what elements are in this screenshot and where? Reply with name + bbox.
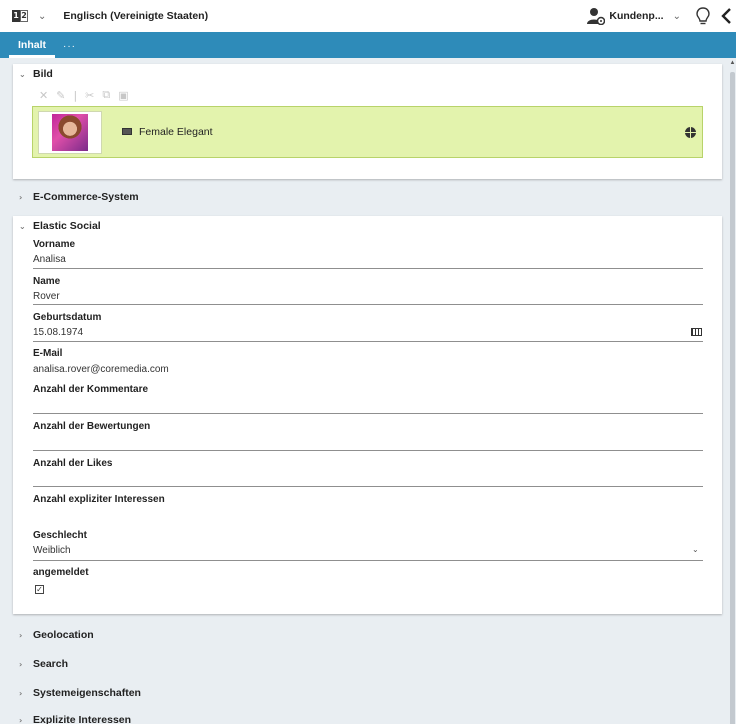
chevron-right-icon: ›: [19, 715, 23, 724]
locale-icon-right: 2: [20, 10, 28, 22]
section-header-search[interactable]: › Search: [19, 658, 68, 670]
more-tabs-icon[interactable]: ···: [63, 34, 76, 58]
field-underline: [33, 341, 703, 342]
chevron-down-icon[interactable]: ⌄: [673, 11, 681, 22]
chevron-down-icon: ⌄: [19, 69, 26, 79]
header-right-group: Kundenp... ⌄: [587, 7, 736, 25]
elastic-social-panel: [13, 216, 722, 614]
chevron-down-icon[interactable]: ⌄: [38, 11, 46, 22]
remove-icon[interactable]: ✕: [39, 89, 48, 102]
picture-type-icon: [122, 128, 132, 135]
field-underline: [33, 304, 703, 305]
copy-icon[interactable]: ⧉: [102, 88, 110, 102]
locale-label[interactable]: Englisch (Vereinigte Staaten): [63, 10, 208, 22]
linked-item-label[interactable]: Female Elegant: [139, 126, 213, 138]
section-title: Elastic Social: [33, 220, 101, 232]
collapse-left-icon[interactable]: [720, 8, 732, 24]
chevron-down-icon[interactable]: ⌄: [692, 545, 699, 554]
section-title: Search: [33, 658, 69, 670]
scroll-up-icon[interactable]: ▲: [729, 60, 736, 66]
kommentare-label: Anzahl der Kommentare: [33, 384, 149, 395]
user-settings-icon[interactable]: [587, 7, 606, 25]
section-header-geolocation[interactable]: › Geolocation: [19, 629, 94, 641]
globe-icon: [685, 127, 696, 138]
section-header-bild[interactable]: ⌄ Bild: [19, 68, 53, 80]
interessen-label: Anzahl expliziter Interessen: [33, 494, 165, 505]
geburtsdatum-label: Geburtsdatum: [33, 312, 102, 323]
section-header-ecommerce[interactable]: › E-Commerce-System: [19, 191, 139, 203]
geschlecht-label: Geschlecht: [33, 530, 87, 541]
geschlecht-select[interactable]: Weiblich: [33, 545, 71, 556]
paste-icon[interactable]: ▣: [118, 89, 128, 102]
top-header: 1 2 ⌄ Englisch (Vereinigte Staaten) Kund…: [0, 0, 736, 32]
section-title: Bild: [33, 68, 53, 80]
edit-icon[interactable]: ✎: [56, 89, 65, 102]
email-label: E-Mail: [33, 348, 63, 359]
thumbnail-image: [52, 114, 88, 151]
separator: |: [73, 88, 78, 102]
section-title: Geolocation: [33, 629, 94, 641]
field-underline: [33, 560, 703, 561]
locale-icon[interactable]: 1 2: [12, 10, 28, 22]
chevron-right-icon: ›: [19, 630, 23, 640]
vorname-field[interactable]: Analisa: [33, 254, 66, 265]
section-header-elastic-social[interactable]: ⌄ Elastic Social: [19, 220, 101, 232]
field-underline: [33, 268, 703, 269]
chevron-right-icon: ›: [19, 659, 23, 669]
tab-bar: Inhalt ···: [0, 32, 736, 58]
linked-item[interactable]: Female Elegant: [32, 106, 703, 158]
section-title: Systemeigenschaften: [33, 687, 141, 699]
angemeldet-label: angemeldet: [33, 567, 89, 578]
name-field[interactable]: Rover: [33, 291, 60, 302]
calendar-icon[interactable]: [691, 328, 702, 336]
chevron-right-icon: ›: [19, 688, 23, 698]
section-title: Explizite Interessen: [33, 714, 132, 724]
thumbnail: [38, 111, 102, 154]
link-toolbar: ✕ ✎ | ✂ ⧉ ▣: [39, 88, 137, 102]
likes-label: Anzahl der Likes: [33, 458, 113, 469]
field-underline: [33, 413, 703, 414]
chevron-right-icon: ›: [19, 192, 23, 202]
scrollbar[interactable]: ▲: [729, 58, 736, 724]
angemeldet-checkbox[interactable]: ✓: [35, 585, 44, 594]
section-title: E-Commerce-System: [33, 191, 139, 203]
email-value: analisa.rover@coremedia.com: [33, 364, 169, 375]
vorname-label: Vorname: [33, 239, 76, 250]
section-header-systemeigenschaften[interactable]: › Systemeigenschaften: [19, 687, 141, 699]
name-label: Name: [33, 276, 61, 287]
bewertungen-label: Anzahl der Bewertungen: [33, 421, 151, 432]
locale-icon-left: 1: [12, 10, 20, 22]
section-header-explizite-interessen[interactable]: › Explizite Interessen: [19, 714, 131, 724]
scroll-thumb[interactable]: [730, 72, 735, 724]
geburtsdatum-field[interactable]: 15.08.1974: [33, 327, 83, 338]
field-underline: [33, 486, 703, 487]
user-label[interactable]: Kundenp...: [609, 10, 663, 22]
tab-inhalt[interactable]: Inhalt: [9, 34, 55, 58]
chevron-down-icon: ⌄: [19, 221, 26, 231]
lightbulb-icon[interactable]: [696, 7, 710, 25]
cut-icon[interactable]: ✂: [85, 89, 94, 102]
field-underline: [33, 450, 703, 451]
